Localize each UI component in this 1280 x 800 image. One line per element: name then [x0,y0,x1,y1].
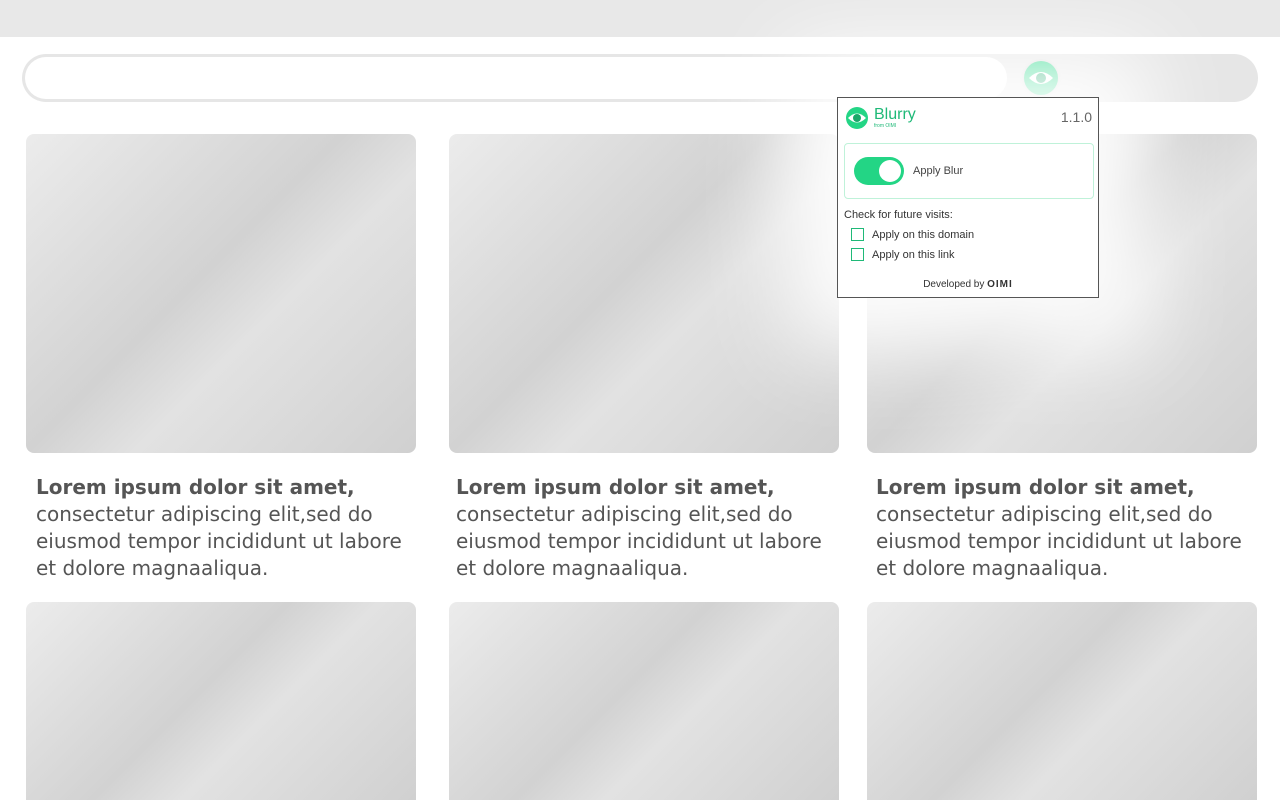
option-domain[interactable]: Apply on this domain [851,228,974,241]
card-image-4[interactable] [26,602,416,800]
card-image-5[interactable] [449,602,839,800]
blurry-logo: Blurry from OIMI [846,107,916,129]
brand-name: Blurry [874,106,916,123]
option-link[interactable]: Apply on this link [851,248,955,261]
apply-blur-toggle[interactable] [854,157,904,185]
future-visits-title: Check for future visits: [844,209,953,221]
domain-checkbox[interactable] [851,228,864,241]
version-label: 1.1.0 [1060,109,1092,125]
address-input[interactable] [25,57,1007,99]
apply-blur-section: Apply Blur [844,143,1094,199]
card-text-1: Lorem ipsum dolor sit amet, consectetur … [36,474,408,582]
eye-icon [1029,72,1053,84]
card-image-2[interactable] [449,134,839,453]
card-image-6[interactable] [867,602,1257,800]
domain-label: Apply on this domain [872,228,975,241]
card-body: consectetur adipiscing elit,sed do eiusm… [876,502,1242,580]
brand-sub: from OIMI [874,123,897,129]
card-body: consectetur adipiscing elit,sed do eiusm… [36,502,402,580]
link-checkbox[interactable] [851,248,864,261]
blurry-extension-button[interactable] [1024,61,1058,95]
card-body: consectetur adipiscing elit,sed do eiusm… [456,502,822,580]
browser-top-bar [0,0,1280,37]
card-text-2: Lorem ipsum dolor sit amet, consectetur … [456,474,828,582]
card-title: Lorem ipsum dolor sit amet, [456,475,775,499]
card-text-3: Lorem ipsum dolor sit amet, consectetur … [876,474,1248,582]
card-title: Lorem ipsum dolor sit amet, [36,475,355,499]
address-bar [22,54,1258,102]
toggle-knob [879,160,901,182]
blurry-popup: Blurry from OIMI 1.1.0 Apply Blur Check … [837,97,1099,298]
footer-prefix: Developed by [923,279,985,290]
developer-footer: Developed by OIMI [838,279,1098,290]
oimi-logo[interactable]: OIMI [987,279,1013,290]
card-title: Lorem ipsum dolor sit amet, [876,475,1195,499]
eye-logo-icon [846,107,868,129]
card-image-1[interactable] [26,134,416,453]
link-label: Apply on this link [872,248,955,261]
apply-blur-label: Apply Blur [913,165,964,177]
